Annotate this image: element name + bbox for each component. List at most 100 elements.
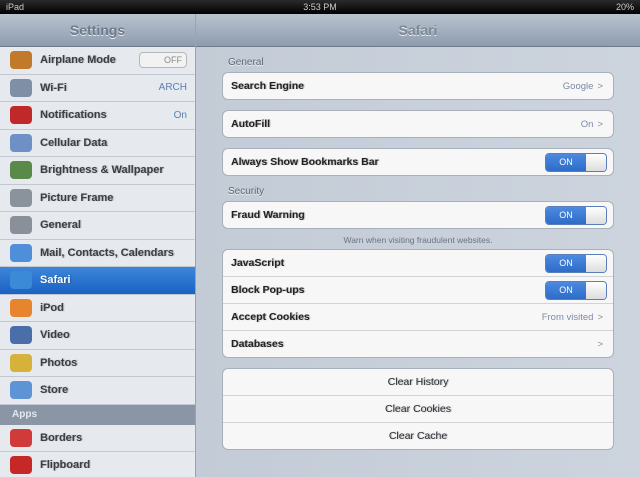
store-icon [10,381,32,400]
block-popups-label: Block Pop-ups [231,284,305,296]
bookmarks-bar-toggle[interactable]: ON [545,152,607,172]
sidebar-item-flipboard[interactable]: Flipboard [0,452,195,477]
sidebar-item-borders[interactable]: Borders [0,424,195,452]
sidebar-item-safari[interactable]: Safari [0,267,195,295]
search-engine-label: Search Engine [231,80,304,92]
photos-icon [10,353,32,372]
sidebar-item-ipod[interactable]: iPod [0,294,195,322]
status-bar: iPad 3:53 PM 20% [0,0,640,14]
chevron-right-icon: > [597,80,603,92]
autofill-row[interactable]: AutoFill On > [223,111,613,137]
sidebar-item-label: Notifications [40,109,107,122]
clear-cookies-button[interactable]: Clear Cookies [223,396,613,423]
notifications-icon [10,106,32,125]
wifi-icon [10,78,32,97]
brightness-icon [10,161,32,180]
sidebar-item-label: iPod [40,301,64,314]
bookmarks-bar-group: Always Show Bookmarks Bar ON [222,148,614,176]
sidebar-item-label: Photos [40,356,78,369]
picture-frame-icon [10,188,32,207]
gear-icon [10,216,32,235]
autofill-group: AutoFill On > [222,110,614,138]
block-popups-toggle[interactable]: ON [545,280,607,300]
clear-cache-label: Clear Cache [388,430,448,442]
chevron-right-icon: > [597,338,603,350]
video-icon [10,326,32,345]
fraud-warning-label: Fraud Warning [231,209,305,221]
sidebar-item-photos[interactable]: Photos [0,349,195,377]
block-popups-row: Block Pop-ups ON [223,277,613,304]
databases-value: > [593,339,603,350]
toggle-knob [586,281,606,299]
chevron-right-icon: > [597,311,603,323]
databases-label: Databases [231,338,284,350]
clear-cookies-label: Clear Cookies [385,403,451,415]
autofill-label: AutoFill [231,118,271,130]
sidebar-item-video[interactable]: Video [0,322,195,350]
cellular-icon [10,133,32,152]
search-engine-row[interactable]: Search Engine Google > [223,73,613,99]
sidebar-item-mail-contacts-calendars[interactable]: Mail, Contacts, Calendars [0,239,195,267]
search-engine-group: Search Engine Google > [222,72,614,100]
ipad-screen: iPad 3:53 PM 20% Settings Airplane Mode … [0,0,640,477]
notifications-value: On [173,109,187,121]
fraud-warning-group: Fraud Warning ON [222,201,614,229]
sidebar-item-wifi[interactable]: Wi-Fi ARCH [0,74,195,102]
javascript-row: JavaScript ON [223,250,613,277]
fraud-warning-row: Fraud Warning ON [223,202,613,228]
toggle-knob [586,254,606,272]
accept-cookies-label: Accept Cookies [231,311,310,323]
battery-indicator: 20% [615,2,634,12]
sidebar-item-label: Mail, Contacts, Calendars [40,246,174,259]
clear-history-label: Clear History [387,376,449,388]
javascript-toggle[interactable]: ON [545,253,607,273]
fraud-warning-toggle[interactable]: ON [545,205,607,225]
sidebar-item-label: Flipboard [40,459,91,472]
toggle-knob [586,153,606,171]
apps-section-header: Apps [0,404,195,425]
accept-cookies-value: From visited > [541,311,603,323]
sidebar-item-label: Video [40,329,70,342]
search-engine-value: Google > [562,80,603,92]
airplane-icon [10,51,32,70]
sidebar-item-label: Borders [40,431,83,444]
autofill-value: On > [580,118,603,130]
clear-cache-button[interactable]: Clear Cache [223,423,613,449]
clock: 3:53 PM [303,2,337,12]
safari-settings-pane: Safari General Search Engine Google > Aut… [196,14,640,477]
airplane-mode-toggle[interactable]: OFF [139,52,187,69]
fraud-warning-note: Warn when visiting fraudulent websites. [343,235,493,245]
mail-icon [10,243,32,262]
clear-data-group: Clear History Clear Cookies Clear Cache [222,368,614,450]
web-content-group: JavaScript ON Block Pop-ups ON Accept Co… [222,249,614,358]
sidebar-item-general[interactable]: General [0,212,195,240]
sidebar-item-label: Wi-Fi [40,81,67,94]
sidebar-item-label: Picture Frame [40,191,114,204]
settings-list: Airplane Mode OFF Wi-Fi ARCH Notificatio… [0,47,195,477]
sidebar-item-label: Brightness & Wallpaper [40,164,164,177]
sidebar-item-label: Safari [40,274,71,287]
borders-icon [10,428,32,447]
settings-sidebar: Settings Airplane Mode OFF Wi-Fi ARCH No… [0,14,196,477]
accept-cookies-row[interactable]: Accept Cookies From visited > [223,304,613,331]
sidebar-item-cellular-data[interactable]: Cellular Data [0,129,195,157]
sidebar-item-brightness-wallpaper[interactable]: Brightness & Wallpaper [0,157,195,185]
sidebar-item-notifications[interactable]: Notifications On [0,102,195,130]
general-section-header: General [228,57,264,68]
sidebar-item-label: Airplane Mode [40,54,116,67]
ipod-icon [10,298,32,317]
flipboard-icon [10,456,32,475]
bookmarks-bar-label: Always Show Bookmarks Bar [231,156,379,168]
sidebar-item-label: Cellular Data [40,136,108,149]
sidebar-item-picture-frame[interactable]: Picture Frame [0,184,195,212]
sidebar-item-store[interactable]: Store [0,377,195,405]
chevron-right-icon: > [597,118,603,130]
sidebar-item-airplane-mode[interactable]: Airplane Mode OFF [0,47,195,75]
sidebar-item-label: Store [40,384,69,397]
databases-row[interactable]: Databases > [223,331,613,357]
clear-history-button[interactable]: Clear History [223,369,613,396]
javascript-label: JavaScript [231,257,285,269]
safari-icon [10,271,32,290]
security-section-header: Security [228,186,265,197]
toggle-knob [586,206,606,224]
